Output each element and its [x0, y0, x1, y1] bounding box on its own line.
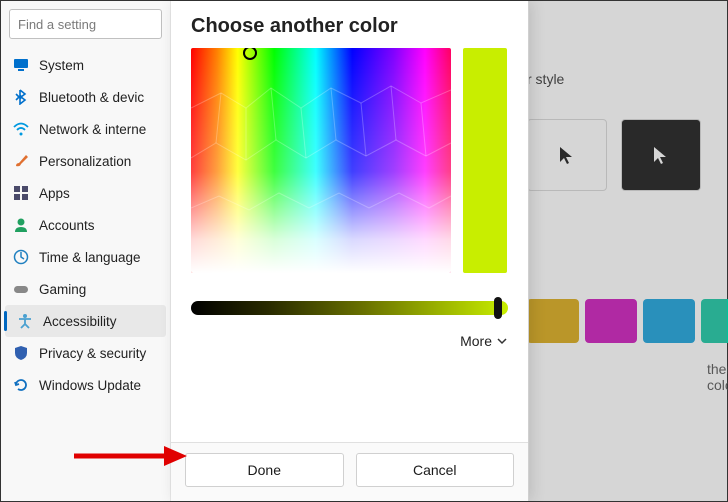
- sidebar-item-gamepad[interactable]: Gaming: [1, 273, 170, 305]
- cancel-button[interactable]: Cancel: [356, 453, 515, 487]
- accessibility-icon: [17, 313, 33, 329]
- sidebar-item-label: Accounts: [39, 218, 95, 233]
- clock-globe-icon: [13, 249, 29, 265]
- sidebar-item-update[interactable]: Windows Update: [1, 369, 170, 401]
- dialog-title: Choose another color: [171, 1, 528, 48]
- sidebar-item-label: Network & interne: [39, 122, 146, 137]
- person-icon: [13, 217, 29, 233]
- gamepad-icon: [13, 281, 29, 297]
- update-icon: [13, 377, 29, 393]
- sidebar-item-monitor[interactable]: System: [1, 49, 170, 81]
- sidebar-item-label: Time & language: [39, 250, 141, 265]
- color-preview-strip: [463, 48, 507, 273]
- chevron-down-icon: [496, 335, 508, 347]
- sidebar-item-brush[interactable]: Personalization: [1, 145, 170, 177]
- done-button[interactable]: Done: [185, 453, 344, 487]
- color-picker-area: [171, 48, 528, 273]
- wifi-icon: [13, 121, 29, 137]
- sidebar-item-grid[interactable]: Apps: [1, 177, 170, 209]
- sidebar-item-label: Apps: [39, 186, 70, 201]
- settings-window: Find a setting System Bluetooth & devic Ne…: [0, 0, 728, 502]
- sidebar-item-label: System: [39, 58, 84, 73]
- value-slider[interactable]: [191, 301, 508, 315]
- dialog-footer: Done Cancel: [171, 442, 528, 501]
- sidebar-item-person[interactable]: Accounts: [1, 209, 170, 241]
- grid-icon: [13, 185, 29, 201]
- sidebar-item-clock-globe[interactable]: Time & language: [1, 241, 170, 273]
- more-label: More: [460, 333, 492, 349]
- settings-search-input[interactable]: Find a setting: [9, 9, 162, 39]
- settings-sidebar: Find a setting System Bluetooth & devic Ne…: [1, 1, 171, 501]
- sidebar-item-bluetooth[interactable]: Bluetooth & devic: [1, 81, 170, 113]
- sidebar-item-wifi[interactable]: Network & interne: [1, 113, 170, 145]
- sidebar-item-label: Windows Update: [39, 378, 141, 393]
- sidebar-item-accessibility[interactable]: Accessibility: [5, 305, 166, 337]
- sidebar-item-label: Bluetooth & devic: [39, 90, 144, 105]
- brush-icon: [13, 153, 29, 169]
- sidebar-item-shield[interactable]: Privacy & security: [1, 337, 170, 369]
- value-slider-thumb[interactable]: [494, 297, 502, 319]
- search-placeholder: Find a setting: [18, 17, 96, 32]
- nav-list: System Bluetooth & devic Network & interne…: [1, 49, 170, 401]
- sidebar-item-label: Accessibility: [43, 314, 117, 329]
- sidebar-item-label: Personalization: [39, 154, 131, 169]
- color-picker-dialog: Choose another color: [171, 1, 529, 501]
- more-toggle[interactable]: More: [171, 333, 508, 349]
- bluetooth-icon: [13, 89, 29, 105]
- sidebar-item-label: Gaming: [39, 282, 86, 297]
- hue-saturation-field[interactable]: [191, 48, 451, 273]
- sidebar-item-label: Privacy & security: [39, 346, 146, 361]
- monitor-icon: [13, 57, 29, 73]
- shield-icon: [13, 345, 29, 361]
